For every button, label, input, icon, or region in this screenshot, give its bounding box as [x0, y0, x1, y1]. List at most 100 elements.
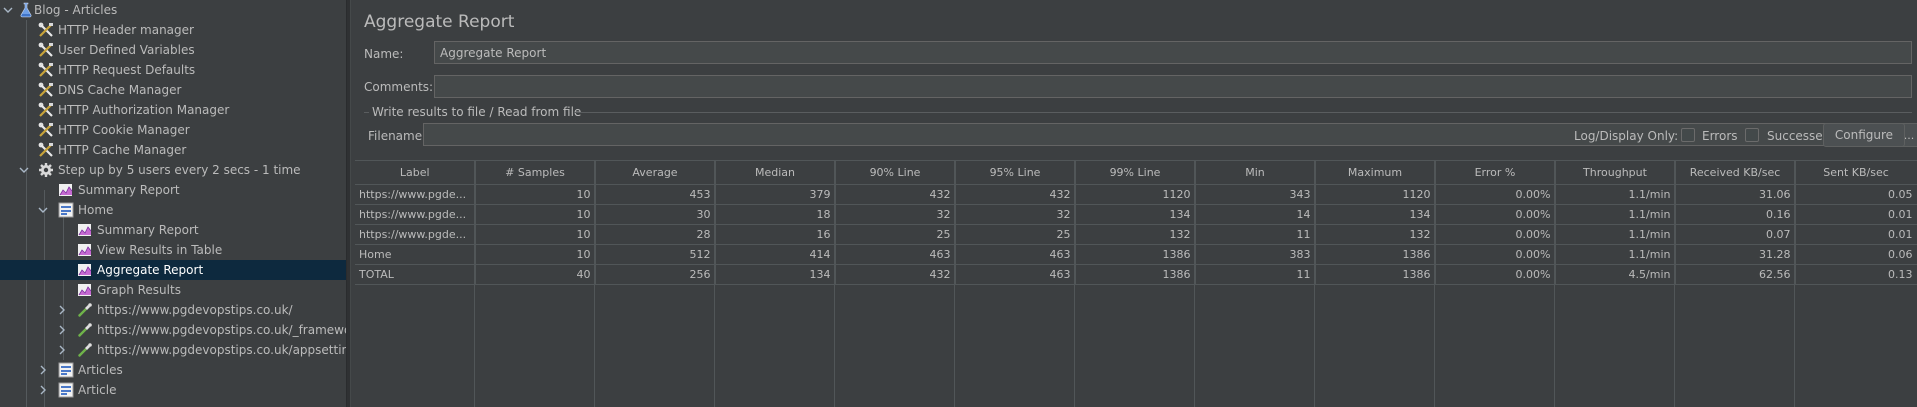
- tree-node-root[interactable]: Blog - Articles: [0, 0, 346, 20]
- column-header[interactable]: Received KB/sec: [1675, 161, 1796, 185]
- chevron-right-icon[interactable]: [56, 324, 68, 336]
- table-cell: 0.00%: [1435, 224, 1556, 245]
- configure-button[interactable]: Configure: [1823, 123, 1905, 147]
- successes-checkbox[interactable]: [1745, 128, 1759, 142]
- tree-node[interactable]: User Defined Variables: [0, 40, 346, 60]
- tree-node[interactable]: https://www.pgdevopstips.co.uk/appsettin…: [0, 340, 346, 360]
- filename-label: Filename: [368, 129, 423, 143]
- table-cell: 463: [835, 244, 956, 265]
- chevron-right-icon[interactable]: [56, 344, 68, 356]
- tree-node-label: https://www.pgdevopstips.co.uk/appsettin…: [97, 343, 346, 357]
- tree-node[interactable]: View Results in Table: [0, 240, 346, 260]
- tree-node[interactable]: Home: [0, 200, 346, 220]
- column-header[interactable]: 99% Line: [1075, 161, 1196, 185]
- column-header[interactable]: Throughput: [1555, 161, 1676, 185]
- tree-node[interactable]: HTTP Cookie Manager: [0, 120, 346, 140]
- transaction-controller-icon: [58, 362, 74, 378]
- panel-title: Aggregate Report: [364, 12, 515, 32]
- tree-node[interactable]: https://www.pgdevopstips.co.uk/_framewor…: [0, 320, 346, 340]
- table-cell: 0.00%: [1435, 264, 1556, 285]
- config-element-icon: [38, 62, 54, 78]
- tree-node-label: View Results in Table: [97, 243, 223, 257]
- column-header[interactable]: # Samples: [475, 161, 596, 185]
- config-element-icon: [38, 122, 54, 138]
- table-cell: 16: [715, 224, 836, 245]
- column-header[interactable]: 95% Line: [955, 161, 1076, 185]
- name-input[interactable]: [434, 41, 1912, 64]
- thread-group-gear-icon: [38, 162, 54, 178]
- table-cell: 40: [475, 264, 596, 285]
- table-grid-line: [1674, 161, 1675, 407]
- tree-node[interactable]: HTTP Cache Manager: [0, 140, 346, 160]
- tree-node-label: https://www.pgdevopstips.co.uk/_framewor…: [97, 323, 346, 337]
- table-cell: 134: [715, 264, 836, 285]
- column-header[interactable]: Min: [1195, 161, 1316, 185]
- table-cell: 25: [955, 224, 1076, 245]
- table-row[interactable]: https://www.pgde... 10 30 18 32 32 134 14 134 0.0…: [355, 204, 1917, 225]
- table-cell: 1.1/min: [1555, 184, 1676, 205]
- column-header[interactable]: Maximum: [1315, 161, 1436, 185]
- table-cell: 14: [1195, 204, 1316, 225]
- tree-node[interactable]: DNS Cache Manager: [0, 80, 346, 100]
- test-plan-tree[interactable]: Blog - Articles HTTP Header manager User D…: [0, 0, 346, 407]
- tree-node[interactable]: Article: [0, 380, 346, 400]
- tree-node[interactable]: Articles: [0, 360, 346, 380]
- table-cell: TOTAL: [355, 264, 476, 285]
- chevron-right-icon[interactable]: [37, 384, 49, 396]
- table-cell: 11: [1195, 224, 1316, 245]
- table-cell: 0.07: [1675, 224, 1796, 245]
- comments-input[interactable]: [434, 75, 1912, 98]
- column-header[interactable]: 90% Line: [835, 161, 956, 185]
- chevron-right-icon[interactable]: [56, 304, 68, 316]
- table-header-row: Label # Samples Average Median 90% Line 95% L…: [355, 161, 1917, 185]
- tree-node[interactable]: HTTP Authorization Manager: [0, 100, 346, 120]
- chevron-down-icon[interactable]: [37, 204, 49, 216]
- listener-icon: [77, 242, 93, 258]
- table-cell: 1.1/min: [1555, 244, 1676, 265]
- table-row[interactable]: https://www.pgde... 10 453 379 432 432 1120 343…: [355, 184, 1917, 205]
- aggregate-table[interactable]: Label # Samples Average Median 90% Line 95% L…: [355, 160, 1917, 407]
- table-cell: 432: [835, 184, 956, 205]
- table-cell: 18: [715, 204, 836, 225]
- tree-node-label: Article: [78, 383, 117, 397]
- table-grid-line: [1194, 161, 1195, 407]
- tree-node[interactable]: Step up by 5 users every 2 secs - 1 time: [0, 160, 346, 180]
- tree-node[interactable]: Summary Report: [0, 180, 346, 200]
- table-grid-line: [954, 161, 955, 407]
- sampler-pipette-icon: [77, 302, 93, 318]
- pane-splitter[interactable]: [346, 0, 351, 407]
- table-row[interactable]: TOTAL 40 256 134 432 463 1386 11 1386 0.00% 4.5/mi…: [355, 264, 1917, 285]
- column-header[interactable]: Label: [355, 161, 476, 185]
- config-element-icon: [38, 102, 54, 118]
- tree-node[interactable]: HTTP Header manager: [0, 20, 346, 40]
- chevron-down-icon[interactable]: [18, 164, 30, 176]
- column-header[interactable]: Average: [595, 161, 716, 185]
- table-cell: 1386: [1315, 244, 1436, 265]
- table-cell: 132: [1315, 224, 1436, 245]
- column-header[interactable]: Sent KB/sec: [1795, 161, 1917, 185]
- table-cell: 10: [475, 244, 596, 265]
- tree-node-label: Summary Report: [97, 223, 199, 237]
- tree-node[interactable]: Graph Results: [0, 280, 346, 300]
- table-cell: 432: [955, 184, 1076, 205]
- listener-icon: [58, 182, 74, 198]
- chevron-right-icon[interactable]: [37, 364, 49, 376]
- table-cell: 28: [595, 224, 716, 245]
- table-row[interactable]: Home 10 512 414 463 463 1386 383 1386 0.00% 1.1/mi…: [355, 244, 1917, 265]
- column-header[interactable]: Median: [715, 161, 836, 185]
- chevron-down-icon[interactable]: [2, 4, 14, 16]
- tree-node[interactable]: Aggregate Report: [0, 260, 346, 280]
- column-header[interactable]: Error %: [1435, 161, 1556, 185]
- listener-icon: [77, 222, 93, 238]
- table-cell: https://www.pgde...: [355, 224, 476, 245]
- tree-node[interactable]: https://www.pgdevopstips.co.uk/: [0, 300, 346, 320]
- tree-node-label: User Defined Variables: [58, 43, 195, 57]
- table-row[interactable]: https://www.pgde... 10 28 16 25 25 132 11 132 0.0…: [355, 224, 1917, 245]
- aggregate-results-table[interactable]: Label # Samples Average Median 90% Line 95% L…: [355, 161, 1917, 285]
- errors-checkbox[interactable]: [1681, 128, 1695, 142]
- sampler-pipette-icon: [77, 322, 93, 338]
- tree-node[interactable]: HTTP Request Defaults: [0, 60, 346, 80]
- table-cell: 31.28: [1675, 244, 1796, 265]
- table-cell: 1386: [1075, 244, 1196, 265]
- tree-node[interactable]: Summary Report: [0, 220, 346, 240]
